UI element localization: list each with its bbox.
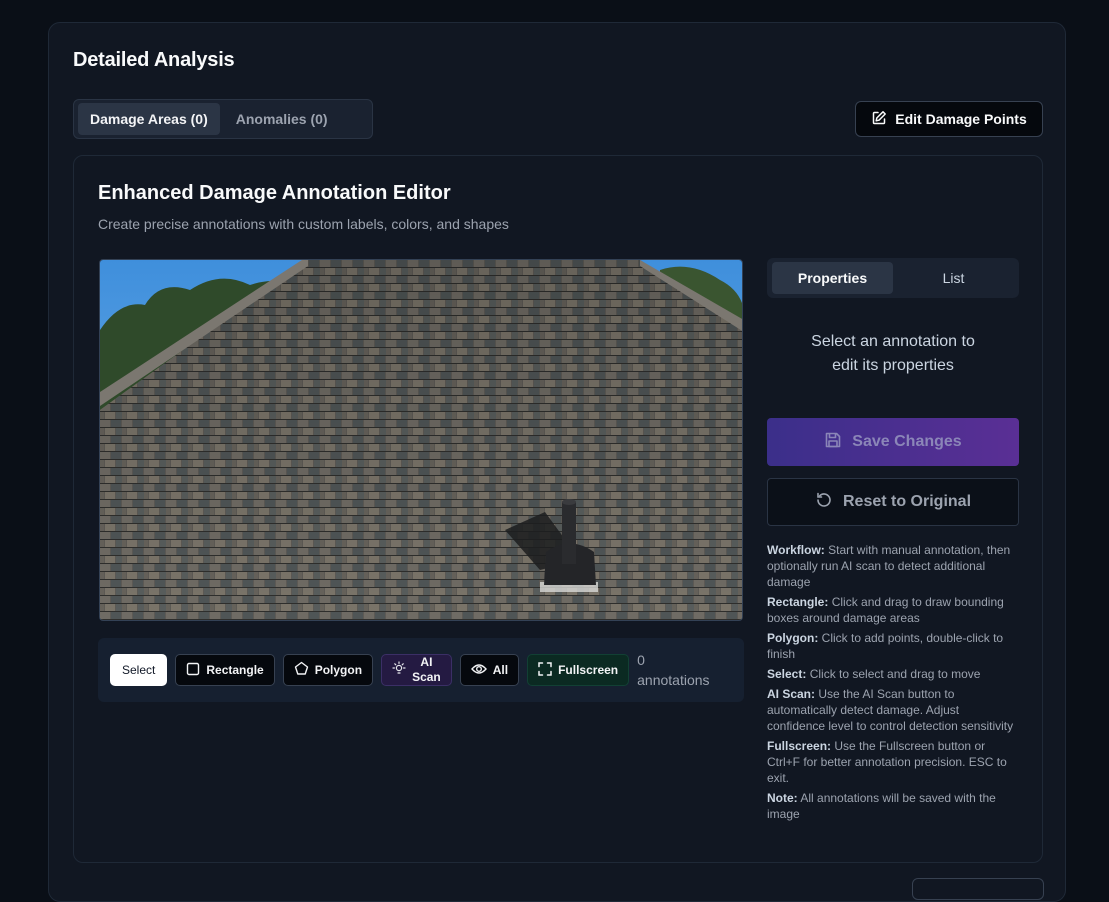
empty-message-line2: edit its properties — [832, 357, 954, 374]
help-text: All annotations will be saved with the i… — [767, 791, 996, 821]
analysis-tabs: Damage Areas (0) Anomalies (0) — [73, 99, 373, 139]
annotation-count: 0 annotations — [637, 650, 709, 690]
editor-subtitle: Create precise annotations with custom l… — [98, 216, 509, 232]
help-label: Workflow: — [767, 543, 825, 557]
side-panel-tabs: Properties List — [767, 258, 1019, 298]
help-fullscreen: Fullscreen: Use the Fullscreen button or… — [767, 738, 1019, 786]
detailed-analysis-card: Detailed Analysis Damage Areas (0) Anoma… — [48, 22, 1066, 902]
rectangle-label: Rectangle — [206, 663, 264, 677]
tab-properties[interactable]: Properties — [772, 262, 893, 294]
save-changes-label: Save Changes — [852, 433, 962, 450]
help-label: Polygon: — [767, 631, 819, 645]
rectangle-tool-button[interactable]: Rectangle — [175, 654, 275, 686]
help-workflow: Workflow: Start with manual annotation, … — [767, 542, 1019, 590]
help-select: Select: Click to select and drag to move — [767, 666, 1019, 682]
eye-icon — [470, 662, 487, 679]
help-label: Note: — [767, 791, 798, 805]
pentagon-icon — [294, 661, 309, 679]
ai-scan-button[interactable]: AI Scan — [381, 654, 452, 686]
fullscreen-label: Fullscreen — [558, 663, 619, 677]
help-label: Select: — [767, 667, 807, 681]
select-tool-button[interactable]: Select — [110, 654, 168, 686]
empty-message-line1: Select an annotation to — [811, 333, 975, 350]
empty-properties-message: Select an annotation to edit its propert… — [767, 330, 1019, 378]
annotation-count-label: annotations — [637, 672, 710, 688]
show-all-button[interactable]: All — [459, 654, 520, 686]
ai-scan-label: AI Scan — [412, 655, 441, 685]
page-title: Detailed Analysis — [73, 49, 235, 71]
annotation-editor: Enhanced Damage Annotation Editor Create… — [73, 155, 1043, 863]
ai-scan-label-line1: AI — [420, 655, 433, 669]
tab-damage-areas[interactable]: Damage Areas (0) — [78, 103, 220, 135]
square-icon — [186, 662, 200, 679]
help-label: Rectangle: — [767, 595, 829, 609]
polygon-label: Polygon — [314, 663, 363, 677]
help-note: Note: All annotations will be saved with… — [767, 790, 1019, 822]
reset-to-original-button[interactable]: Reset to Original — [767, 478, 1019, 526]
tab-anomalies[interactable]: Anomalies (0) — [224, 103, 340, 135]
partially-visible-button[interactable] — [912, 878, 1044, 900]
help-text: Click to select and drag to move — [806, 667, 981, 681]
ai-scan-label-line2: Scan — [412, 670, 441, 684]
edit-icon — [871, 110, 887, 129]
lightbulb-icon — [392, 661, 406, 679]
edit-damage-points-label: Edit Damage Points — [895, 111, 1027, 127]
help-label: AI Scan: — [767, 687, 816, 701]
help-polygon: Polygon: Click to add points, double-cli… — [767, 630, 1019, 662]
help-rectangle: Rectangle: Click and drag to draw boundi… — [767, 594, 1019, 626]
roof-photo — [100, 260, 742, 620]
help-instructions: Workflow: Start with manual annotation, … — [767, 542, 1019, 826]
fullscreen-button[interactable]: Fullscreen — [527, 654, 630, 686]
show-all-label: All — [492, 663, 509, 677]
polygon-tool-button[interactable]: Polygon — [282, 654, 374, 686]
reset-label: Reset to Original — [842, 493, 972, 510]
tab-list[interactable]: List — [893, 262, 1014, 294]
save-icon — [824, 431, 842, 454]
annotation-toolbar: Select Rectangle Polygon AI Scan All Ful… — [98, 638, 744, 702]
annotation-canvas[interactable] — [99, 259, 743, 621]
editor-title: Enhanced Damage Annotation Editor — [98, 182, 451, 204]
help-ai-scan: AI Scan: Use the AI Scan button to autom… — [767, 686, 1019, 734]
reset-icon — [815, 491, 833, 514]
annotation-count-number: 0 — [637, 652, 645, 668]
edit-damage-points-button[interactable]: Edit Damage Points — [855, 101, 1043, 137]
help-label: Fullscreen: — [767, 739, 832, 753]
fullscreen-icon — [538, 661, 552, 679]
save-changes-button[interactable]: Save Changes — [767, 418, 1019, 466]
